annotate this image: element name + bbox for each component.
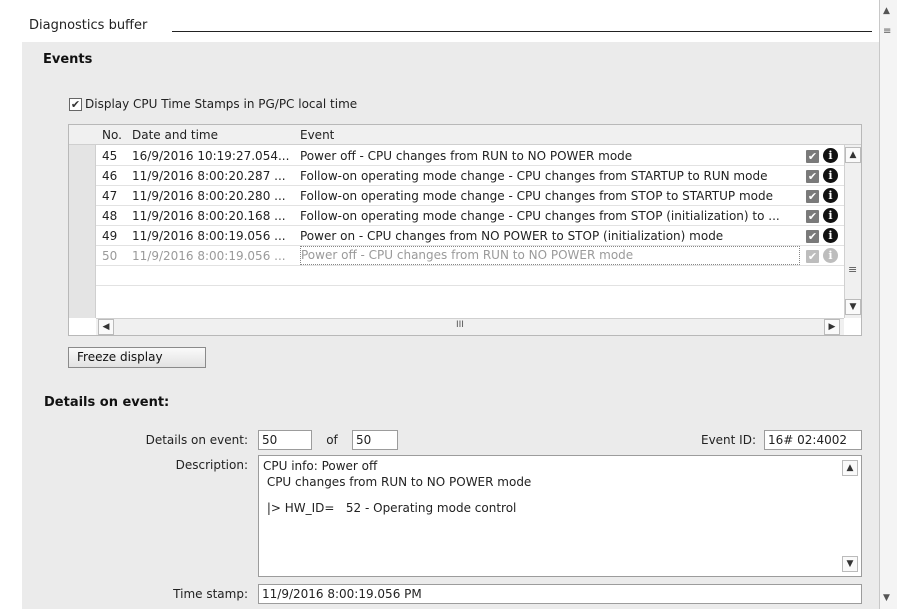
row-no: 45 — [102, 149, 118, 163]
table-row[interactable]: 48 11/9/2016 8:00:20.168 ... Follow-on o… — [96, 206, 844, 226]
row-no: 47 — [102, 189, 118, 203]
row-datetime: 11/9/2016 8:00:20.287 ... — [132, 169, 286, 183]
row-datetime: 11/9/2016 8:00:19.056 ... — [132, 229, 286, 243]
description-textarea[interactable]: CPU info: Power off CPU changes from RUN… — [258, 455, 862, 577]
display-cpu-timestamps-label: Display CPU Time Stamps in PG/PC local t… — [85, 97, 358, 111]
row-event: Power off - CPU changes from RUN to NO P… — [300, 149, 633, 163]
time-stamp-field[interactable]: 11/9/2016 8:00:19.056 PM — [258, 584, 862, 604]
panel-title-rule — [172, 31, 872, 32]
row-event: Power off - CPU changes from RUN to NO P… — [300, 246, 800, 265]
row-event: Follow-on operating mode change - CPU ch… — [300, 189, 773, 203]
scroll-left-icon[interactable]: ◀ — [98, 319, 114, 335]
table-row-empty — [96, 266, 844, 286]
scroll-up-icon[interactable]: ▲ — [883, 6, 890, 16]
events-heading: Events — [43, 52, 93, 67]
table-row[interactable]: 45 16/9/2016 10:19:27.054... Power off -… — [96, 146, 844, 166]
row-datetime: 11/9/2016 8:00:20.280 ... — [132, 189, 286, 203]
row-no: 50 — [102, 249, 118, 263]
display-cpu-timestamps-checkbox[interactable]: ✔ — [69, 97, 82, 111]
info-icon[interactable]: i — [823, 148, 838, 163]
table-row-empty — [96, 286, 844, 306]
row-datetime: 11/9/2016 8:00:20.168 ... — [132, 209, 286, 223]
panel-title: Diagnostics buffer — [29, 18, 148, 33]
table-row[interactable]: 50 11/9/2016 8:00:19.056 ... Power off -… — [96, 246, 844, 266]
row-event: Follow-on operating mode change - CPU ch… — [300, 209, 780, 223]
time-stamp-label: Time stamp: — [173, 587, 248, 601]
description-line: |> HW_ID= 52 - Operating mode control — [263, 501, 517, 515]
display-cpu-timestamps-option[interactable]: ✔ Display CPU Time Stamps in PG/PC local… — [69, 97, 357, 111]
acknowledge-check-icon: ✔ — [806, 250, 819, 263]
outer-scrollbar[interactable]: ▲ ≡ ▼ — [879, 0, 897, 609]
current-event-field[interactable]: 50 — [258, 430, 312, 450]
scroll-thumb-grip: III — [456, 320, 464, 330]
acknowledge-check-icon: ✔ — [806, 210, 819, 223]
scroll-down-icon[interactable]: ▼ — [845, 299, 861, 315]
description-label: Description: — [175, 458, 248, 472]
events-table-header: No. Date and time Event — [69, 125, 861, 145]
info-icon[interactable]: i — [823, 208, 838, 223]
column-date-time[interactable]: Date and time — [132, 125, 218, 145]
details-on-event-label: Details on event: — [145, 433, 248, 447]
events-vertical-scrollbar[interactable]: ▲ ≡ ▼ — [844, 145, 861, 318]
info-icon[interactable]: i — [823, 168, 838, 183]
event-id-field[interactable]: 16# 02:4002 — [764, 430, 862, 450]
scroll-down-icon[interactable]: ▼ — [842, 556, 858, 572]
scroll-up-icon[interactable]: ▲ — [842, 460, 858, 476]
description-line: CPU changes from RUN to NO POWER mode — [263, 475, 532, 489]
info-icon[interactable]: i — [823, 248, 838, 263]
column-no[interactable]: No. — [102, 125, 122, 145]
row-no: 48 — [102, 209, 118, 223]
table-row[interactable]: 47 11/9/2016 8:00:20.280 ... Follow-on o… — [96, 186, 844, 206]
freeze-display-button[interactable]: Freeze display — [68, 347, 206, 368]
column-event[interactable]: Event — [300, 125, 334, 145]
event-id-label: Event ID: — [700, 433, 756, 447]
scroll-down-icon[interactable]: ▼ — [883, 593, 890, 603]
acknowledge-check-icon: ✔ — [806, 190, 819, 203]
events-table: No. Date and time Event 45 16/9/2016 10:… — [68, 124, 862, 336]
total-events-field[interactable]: 50 — [352, 430, 398, 450]
scroll-up-icon[interactable]: ▲ — [845, 147, 861, 163]
scroll-grip-icon: ≡ — [883, 26, 892, 37]
info-icon[interactable]: i — [823, 188, 838, 203]
acknowledge-check-icon: ✔ — [806, 230, 819, 243]
row-no: 49 — [102, 229, 118, 243]
row-selector-column — [69, 145, 96, 318]
description-line: CPU info: Power off — [263, 459, 378, 473]
row-event: Power on - CPU changes from NO POWER to … — [300, 229, 724, 243]
details-heading: Details on event: — [44, 395, 170, 410]
table-row[interactable]: 46 11/9/2016 8:00:20.287 ... Follow-on o… — [96, 166, 844, 186]
acknowledge-check-icon: ✔ — [806, 150, 819, 163]
info-icon[interactable]: i — [823, 228, 838, 243]
row-no: 46 — [102, 169, 118, 183]
of-label: of — [326, 433, 338, 447]
row-event: Follow-on operating mode change - CPU ch… — [300, 169, 768, 183]
scroll-right-icon[interactable]: ▶ — [824, 319, 840, 335]
events-horizontal-scrollbar[interactable]: ◀ III ▶ — [96, 318, 844, 335]
scroll-grip-icon: ≡ — [848, 263, 858, 276]
table-row[interactable]: 49 11/9/2016 8:00:19.056 ... Power on - … — [96, 226, 844, 246]
acknowledge-check-icon: ✔ — [806, 170, 819, 183]
row-datetime: 16/9/2016 10:19:27.054... — [132, 149, 290, 163]
row-datetime: 11/9/2016 8:00:19.056 ... — [132, 249, 286, 263]
